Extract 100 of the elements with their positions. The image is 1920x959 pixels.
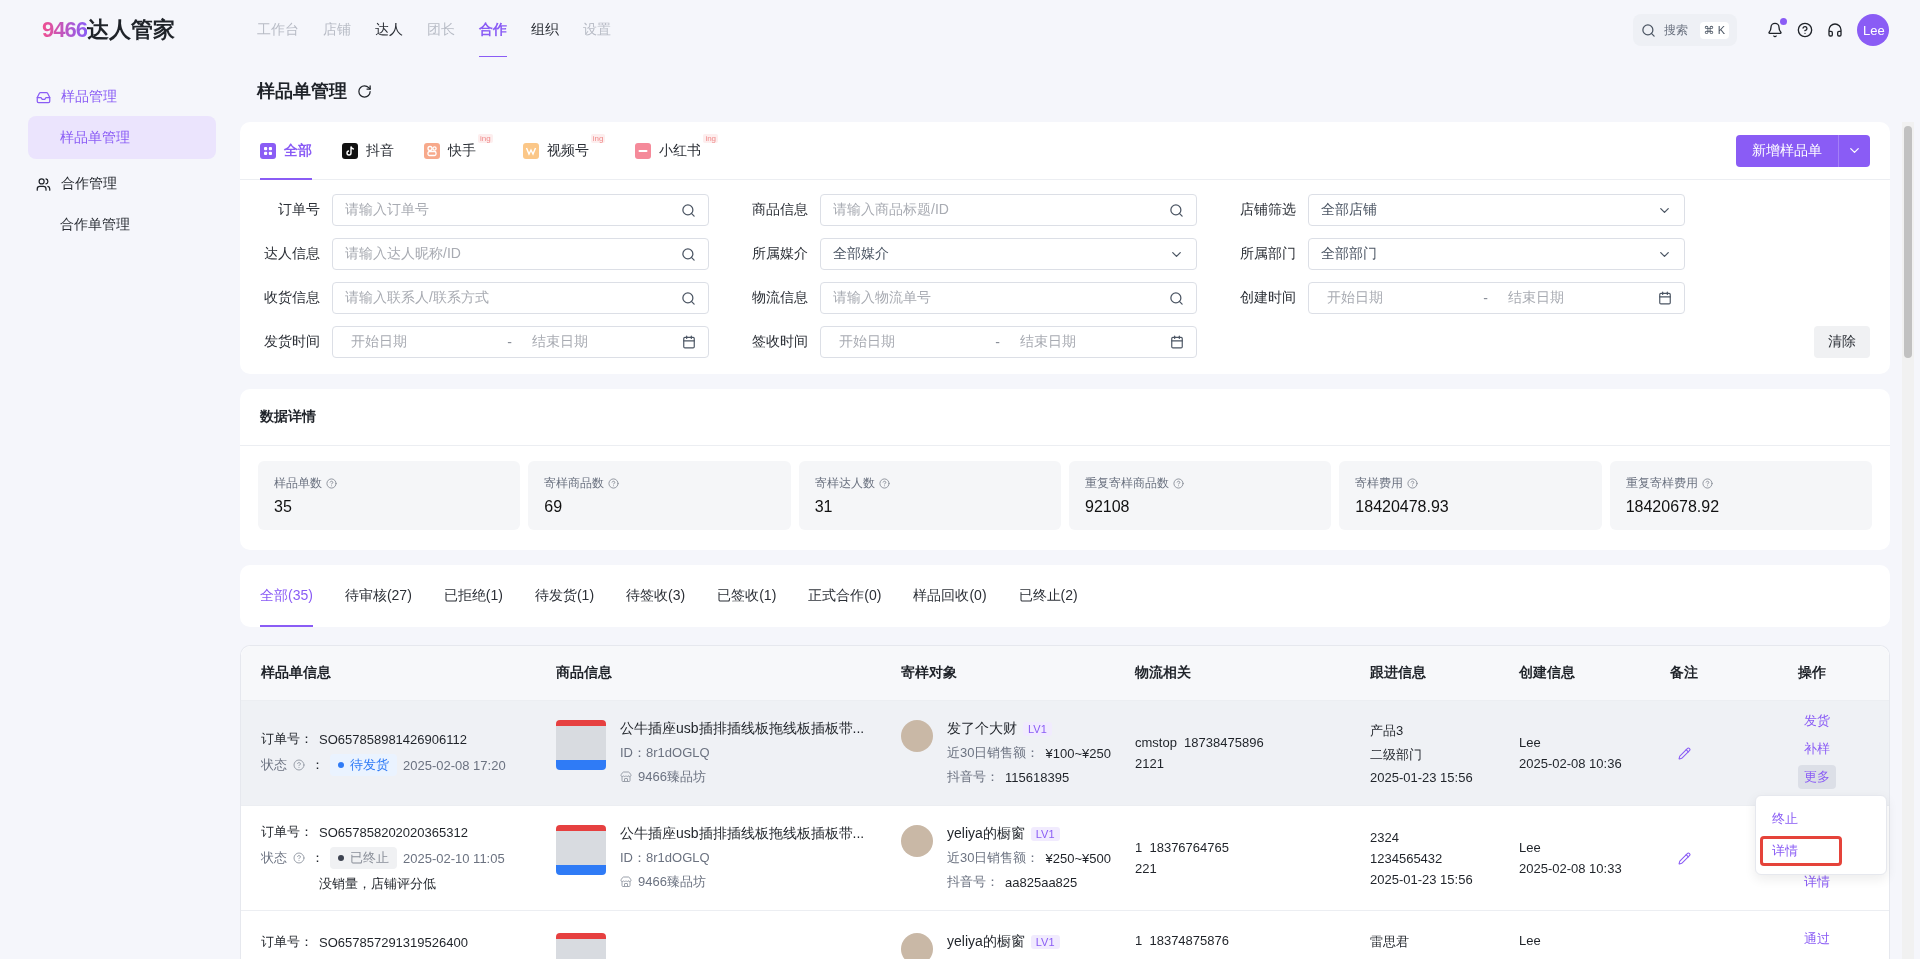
data-table: 样品单信息 商品信息 寄样对象 物流相关 跟进信息 创建信息 备注 操作 订单号： SO657858981426906112 状态 ： 待发货 2025-02-08 17:20 公牛插座usb插排插线板拖线板插板带... ID：8r1dOGLQ 9466臻品坊 发了个大财 LV1 近30日销售额： ¥100~¥250 抖音号： 115618395 cmstop 18738475896 2121 产品3 二级部门 2025-01-23 15:56 Lee 2025-02-08 10:36 发货 补样 更多 终止 详情 订单号： SO657858202020365312 状态 ： 已终止 2025-02-10 11:05 没销量，店铺评分低 公牛插座usb插排插线板拖线板插板带... ID：8r1dOGLQ 9466臻品坊 yeliya的橱窗 LV1 近30日销售额： ¥250~¥500 抖音号： aa825aa825 1 18376764765 221 2324 1234565432 2025-01-23 15:56 Lee 2025-02-08 10:33 详情 订单号： SO657857291319526400 yeliya的橱窗 LV1 1 18374875876 雷思君 Lee 通过: [240, 645, 1890, 959]
platform-tab[interactable]: 视频号 ing: [522, 121, 606, 180]
creator-name: 发了个大财: [947, 720, 1017, 738]
platform-tab[interactable]: 全部: [260, 121, 312, 180]
action-link[interactable]: 详情: [1798, 870, 1836, 894]
select-field[interactable]: 全部部门: [1308, 238, 1685, 270]
followup-text: 二级部门: [1370, 745, 1423, 764]
column-header: 寄样对象: [901, 664, 958, 682]
stat-label: 寄样商品数: [544, 475, 605, 492]
level-badge: LV1: [1023, 722, 1052, 736]
status-tab[interactable]: 待签收(3): [626, 565, 686, 627]
account-number: aa825aa825: [1005, 874, 1078, 890]
followup-text: 产品3: [1370, 721, 1405, 740]
action-link[interactable]: 发货: [1798, 709, 1836, 733]
filter-label: 所属部门: [1239, 245, 1296, 263]
nav-tab[interactable]: 达人: [375, 0, 403, 60]
filter-label: 订单号: [277, 201, 320, 219]
shop-name: 9466臻品坊: [638, 873, 706, 891]
product-id: ID：8r1dOGLQ: [620, 744, 710, 762]
platform-tab[interactable]: 快手 ing: [424, 121, 493, 180]
search-field[interactable]: 请输入达人昵称/ID: [332, 238, 709, 270]
ing-badge: ing: [590, 133, 606, 143]
logistics-text: 2121: [1135, 756, 1165, 771]
page-title: 样品单管理: [257, 80, 347, 103]
menu-item[interactable]: 详情: [1760, 836, 1842, 866]
stat-value: 35: [274, 498, 293, 516]
column-header: 商品信息: [556, 664, 613, 682]
account-label: 抖音号：: [947, 768, 999, 786]
creator-name: yeliya的橱窗: [947, 933, 1025, 951]
status-label: 状态: [261, 756, 287, 774]
followup-text: 雷思君: [1370, 933, 1410, 951]
order-number: SO657857291319526400: [319, 934, 468, 950]
select-field[interactable]: 全部店铺: [1308, 194, 1685, 226]
search-field[interactable]: 请输入订单号: [332, 194, 709, 226]
sales-range: ¥250~¥500: [1045, 850, 1111, 866]
date-range-field[interactable]: 开始日期 - 结束日期: [1308, 282, 1685, 314]
account-label: 抖音号：: [947, 873, 999, 891]
logo: 9466达人管家: [42, 16, 176, 45]
sidebar-item[interactable]: 合作单管理: [28, 203, 216, 246]
select-field[interactable]: 全部媒介: [820, 238, 1197, 270]
followup-text: 1234565432: [1370, 850, 1444, 866]
status-tab[interactable]: 正式合作(0): [808, 565, 882, 627]
search-field[interactable]: 搜索 ⌘ K: [1633, 14, 1737, 46]
logistics-text: 221: [1135, 861, 1158, 876]
stat-value: 18420478.93: [1355, 498, 1450, 516]
action-link[interactable]: 补样: [1798, 737, 1836, 761]
filter-label: 收货信息: [263, 289, 320, 307]
action-link[interactable]: 更多: [1798, 765, 1836, 789]
creator-text: Lee: [1519, 840, 1542, 855]
product-id: ID：8r1dOGLQ: [620, 849, 710, 867]
filter-label: 所属媒介: [751, 245, 808, 263]
platform-tab[interactable]: 抖音: [342, 121, 394, 180]
filter-label: 商品信息: [751, 201, 808, 219]
followup-text: 2025-01-23 15:56: [1370, 871, 1474, 887]
order-number: SO657858981426906112: [319, 731, 467, 747]
stat-value: 31: [814, 498, 834, 516]
nav-tab[interactable]: 合作: [479, 0, 507, 60]
status-tag: 已终止: [330, 847, 397, 869]
filter-label: 创建时间: [1239, 289, 1296, 307]
clear-button[interactable]: 清除: [1814, 326, 1870, 358]
created-time: 2025-02-08 10:33: [1519, 861, 1623, 876]
column-header: 创建信息: [1519, 664, 1576, 682]
status-time: 2025-02-08 17:20: [403, 757, 506, 773]
search-field[interactable]: 请输入联系人/联系方式: [332, 282, 709, 314]
creator-text: Lee: [1519, 933, 1542, 948]
status-tab[interactable]: 已终止(2): [1018, 565, 1078, 627]
user-avatar[interactable]: Lee: [1857, 14, 1889, 46]
status-tab[interactable]: 已拒绝(1): [443, 565, 503, 627]
status-tab[interactable]: 已签收(1): [717, 565, 777, 627]
filter-label: 店铺筛选: [1239, 201, 1296, 219]
search-field[interactable]: 请输入物流单号: [820, 282, 1197, 314]
note-text: 没销量，店铺评分低: [318, 875, 437, 893]
status-tab[interactable]: 全部(35): [260, 565, 313, 627]
order-label: 订单号：: [261, 730, 313, 748]
platform-tab[interactable]: 小红书 ing: [635, 121, 719, 180]
date-range-field[interactable]: 开始日期 - 结束日期: [332, 326, 709, 358]
sales-label: 近30日销售额：: [947, 849, 1040, 867]
status-tab[interactable]: 待发货(1): [534, 565, 595, 627]
sales-label: 近30日销售额：: [947, 744, 1040, 762]
nav-tab[interactable]: 组织: [531, 0, 559, 60]
status-tab[interactable]: 待审核(27): [344, 565, 412, 627]
stat-label: 样品单数: [274, 475, 322, 492]
status-tab[interactable]: 样品回收(0): [913, 565, 987, 627]
date-range-field[interactable]: 开始日期 - 结束日期: [820, 326, 1197, 358]
stat-label: 重复寄样商品数: [1085, 475, 1169, 492]
product-title: 公牛插座usb插排插线板拖线板插板带...: [620, 720, 865, 738]
level-badge: LV1: [1030, 827, 1060, 841]
product-title: 公牛插座usb插排插线板拖线板插板带...: [620, 825, 865, 843]
creator-text: Lee: [1519, 735, 1542, 750]
sidebar-item[interactable]: 样品单管理: [28, 116, 216, 159]
shop-name: 9466臻品坊: [638, 768, 706, 786]
sidebar-group: 合作管理: [61, 175, 117, 193]
create-button[interactable]: 新增样品单: [1736, 134, 1839, 167]
stat-value: 69: [544, 498, 564, 516]
order-number: SO657858202020365312: [319, 824, 468, 840]
column-header: 物流相关: [1135, 664, 1192, 682]
ing-badge: ing: [478, 133, 493, 143]
search-field[interactable]: 请输入商品标题/ID: [820, 194, 1197, 226]
action-link[interactable]: 通过: [1798, 927, 1836, 951]
followup-text: 2324: [1370, 829, 1400, 845]
